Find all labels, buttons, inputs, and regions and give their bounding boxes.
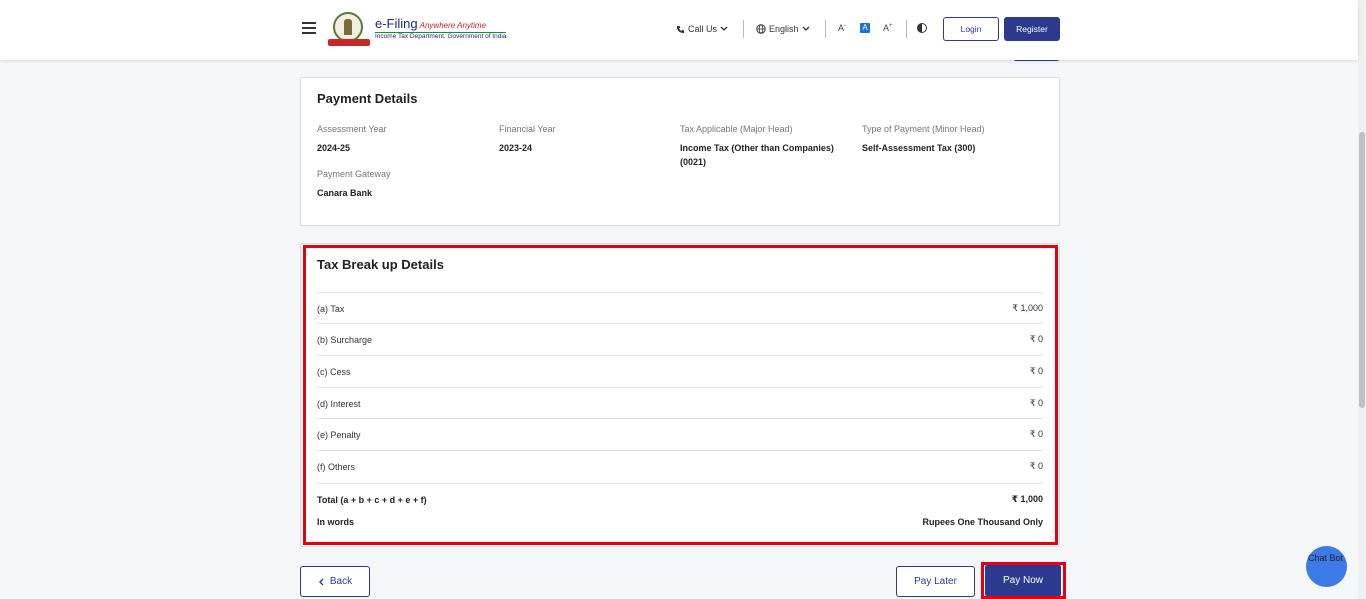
chevron-down-icon (720, 26, 728, 31)
field-label: Type of Payment (Minor Head) (862, 124, 985, 134)
language-label: English (769, 24, 799, 34)
back-label: Back (329, 576, 353, 587)
in-words-label: In words (317, 517, 355, 527)
chatbot-alt-text: Chat Bot (1308, 553, 1344, 563)
tax-row-label: (f) Others (317, 461, 356, 472)
logo-tagline: Anywhere Anytime (419, 21, 487, 31)
tax-row-value: ₹ 0 (1029, 398, 1043, 408)
chevron-left-icon (318, 578, 324, 585)
logo-title: e-Filing (375, 16, 418, 32)
font-decrease-button[interactable]: A- (838, 23, 846, 33)
minor-head-field: Type of Payment (Minor Head) Self-Assess… (862, 124, 1042, 155)
tax-row-value: ₹ 0 (1029, 366, 1043, 376)
back-button[interactable]: Back (300, 566, 370, 597)
divider (743, 20, 744, 38)
in-words-value: Rupees One Thousand Only (922, 517, 1043, 527)
field-label: Financial Year (499, 124, 556, 134)
tax-row-label: (e) Penalty (317, 429, 361, 440)
font-increase-button[interactable]: A+ (883, 23, 893, 33)
call-us-label: Call Us (688, 24, 718, 34)
contrast-icon[interactable] (917, 23, 927, 33)
field-value: Self-Assessment Tax (300) (862, 143, 976, 153)
interest-row: (d) Interest ₹ 0 (317, 387, 1043, 419)
page-scrollbar[interactable] (1358, 0, 1366, 599)
assessment-year-field: Assessment Year 2024-25 (317, 124, 487, 155)
login-button[interactable]: Login (943, 17, 999, 41)
surcharge-row: (b) Surcharge ₹ 0 (317, 323, 1043, 355)
payment-details-card: Payment Details Assessment Year 2024-25 … (300, 77, 1060, 226)
tax-breakup-card: Tax Break up Details (a) Tax ₹ 1,000 (b)… (300, 243, 1060, 547)
logo-subtitle: Income Tax Department, Government of Ind… (375, 32, 507, 41)
cess-row: (c) Cess ₹ 0 (317, 355, 1043, 387)
divider (825, 20, 826, 38)
divider (906, 20, 907, 38)
penalty-row: (e) Penalty ₹ 0 (317, 418, 1043, 450)
tax-row-value: ₹ 0 (1029, 429, 1043, 439)
emblem-icon (328, 12, 370, 46)
field-label: Tax Applicable (Major Head) (680, 124, 793, 134)
total-label: Total (a + b + c + d + e + f) (317, 494, 427, 505)
tax-row-value: ₹ 0 (1029, 461, 1043, 471)
others-row: (f) Others ₹ 0 (317, 450, 1043, 482)
efiling-logo[interactable]: e-Filing Anywhere Anytime Income Tax Depa… (328, 12, 507, 46)
globe-icon (756, 24, 766, 34)
menu-icon[interactable] (302, 22, 316, 34)
tax-row-label: (c) Cess (317, 366, 351, 377)
tax-row-label: (d) Interest (317, 398, 361, 409)
payment-gateway-field: Payment Gateway Canara Bank (317, 169, 487, 200)
tax-row-value: ₹ 1,000 (1012, 303, 1043, 313)
field-label: Assessment Year (317, 124, 387, 134)
payment-details-title: Payment Details (317, 91, 418, 106)
font-normal-button[interactable]: A (860, 23, 870, 33)
register-button[interactable]: Register (1004, 17, 1060, 41)
tax-breakup-title: Tax Break up Details (317, 257, 444, 272)
pay-later-button[interactable]: Pay Later (896, 566, 975, 597)
field-value: Income Tax (Other than Companies) (0021) (680, 143, 834, 167)
call-us-dropdown[interactable]: Call Us (676, 24, 728, 34)
top-header: e-Filing Anywhere Anytime Income Tax Depa… (0, 0, 1358, 60)
pay-now-button[interactable]: Pay Now (985, 565, 1061, 596)
chevron-down-icon (802, 26, 809, 31)
total-value: ₹ 1,000 (1011, 494, 1043, 504)
in-words-row: In words Rupees One Thousand Only (317, 507, 1043, 537)
financial-year-field: Financial Year 2023-24 (499, 124, 669, 155)
tax-row-label: (a) Tax (317, 303, 345, 314)
tax-row-value: ₹ 0 (1029, 334, 1043, 344)
chatbot-button[interactable]: Chat Bot (1306, 546, 1347, 587)
major-head-field: Tax Applicable (Major Head) Income Tax (… (680, 124, 845, 169)
language-dropdown[interactable]: English (756, 24, 810, 34)
field-value: 2024-25 (317, 143, 351, 153)
scrollbar-thumb[interactable] (1359, 132, 1365, 408)
field-value: 2023-24 (499, 143, 533, 153)
field-value: Canara Bank (317, 188, 373, 198)
field-label: Payment Gateway (317, 169, 391, 179)
tax-row-label: (b) Surcharge (317, 334, 373, 345)
tax-row: (a) Tax ₹ 1,000 (317, 292, 1043, 324)
phone-icon (676, 25, 685, 33)
